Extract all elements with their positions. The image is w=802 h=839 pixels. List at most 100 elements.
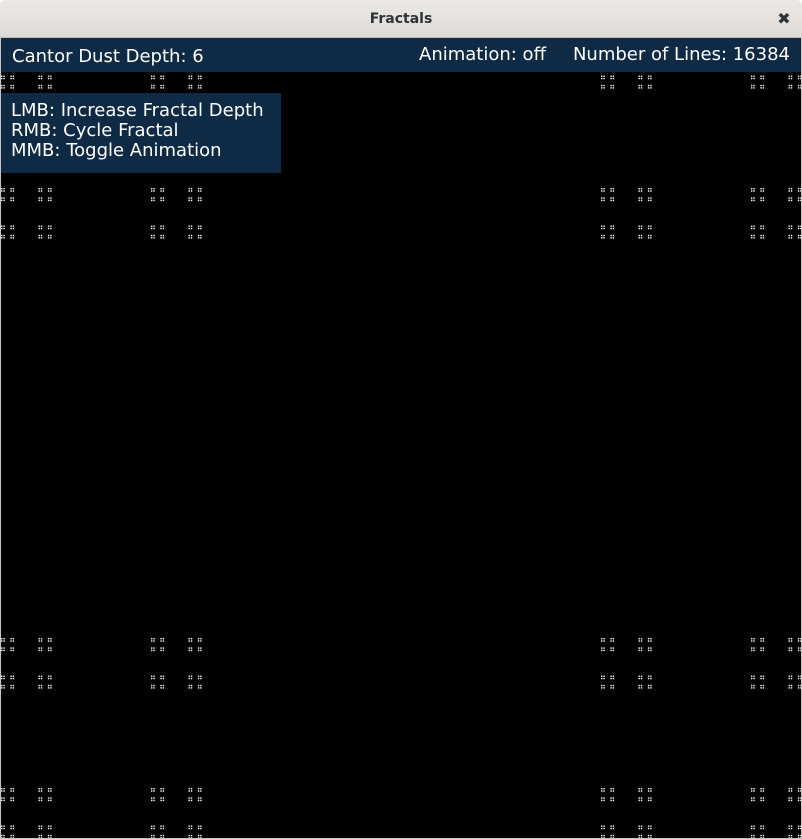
- dust-cell: [48, 190, 50, 192]
- dust-cell: [763, 640, 765, 642]
- dust-cell: [191, 678, 193, 680]
- dust-cell: [753, 826, 755, 827]
- dust-cell: [50, 226, 52, 227]
- dust-cell: [798, 78, 800, 80]
- dust-cell: [10, 650, 12, 652]
- dust-cell: [3, 640, 5, 642]
- dust-cell: [650, 797, 652, 799]
- dust-cell: [789, 685, 790, 687]
- dust-cell: [601, 76, 603, 77]
- dust-cell: [160, 640, 162, 642]
- dust-cell: [789, 835, 790, 837]
- app-window: Fractals ✖ Cantor Dust Depth: 6 Animatio…: [0, 0, 802, 839]
- dust-cell: [200, 235, 202, 237]
- dust-cell: [153, 78, 155, 80]
- dust-cell: [160, 650, 162, 652]
- dust-cell: [191, 235, 193, 237]
- dust-cell: [160, 190, 162, 192]
- dust-cell: [198, 190, 200, 192]
- dust-cell: [1, 826, 3, 827]
- dust-cell: [50, 790, 52, 792]
- dust-cell: [163, 237, 165, 239]
- title-bar[interactable]: Fractals ✖: [0, 0, 802, 38]
- dust-cell: [760, 800, 762, 802]
- dust-cell: [798, 826, 800, 827]
- dust-cell: [613, 647, 615, 649]
- dust-cell: [48, 678, 50, 680]
- dust-cell: [753, 788, 755, 790]
- dust-cell: [39, 638, 40, 640]
- dust-cell: [798, 85, 800, 87]
- dust-cell: [151, 640, 153, 642]
- dust-cell: [601, 78, 603, 80]
- dust-cell: [798, 788, 800, 790]
- dust-cell: [189, 685, 190, 687]
- dust-cell: [753, 235, 755, 237]
- dust-cell: [160, 638, 162, 640]
- dust-cell: [760, 197, 762, 199]
- dust-cell: [3, 76, 5, 77]
- dust-cell: [153, 200, 155, 202]
- dust-cell: [189, 687, 190, 689]
- dust-cell: [751, 687, 753, 689]
- dust-cell: [798, 828, 800, 830]
- dust-cell: [189, 237, 190, 239]
- dust-cell: [3, 650, 5, 652]
- dust-cell: [639, 188, 640, 190]
- dust-cell: [751, 797, 753, 799]
- dust-cell: [789, 797, 790, 799]
- dust-cell: [163, 228, 165, 230]
- dust-cell: [639, 790, 640, 792]
- dust-cell: [163, 676, 165, 677]
- dust-cell: [1, 828, 3, 830]
- fractal-canvas[interactable]: Cantor Dust Depth: 6 Animation: off Numb…: [1, 38, 801, 838]
- dust-cell: [10, 797, 12, 799]
- dust-cell: [753, 85, 755, 87]
- dust-cell: [1, 87, 3, 89]
- dust-cell: [163, 800, 165, 802]
- dust-cell: [151, 828, 153, 830]
- dust-cell: [601, 640, 603, 642]
- dust-cell: [791, 685, 793, 687]
- dust-cell: [789, 788, 790, 790]
- dust-cell: [610, 78, 612, 80]
- dust-cell: [603, 678, 605, 680]
- dust-cell: [760, 237, 762, 239]
- dust-cell: [50, 85, 52, 87]
- dust-cell: [189, 797, 190, 799]
- dust-cell: [1, 678, 3, 680]
- dust-cell: [791, 200, 793, 202]
- dust-cell: [753, 797, 755, 799]
- dust-cell: [791, 826, 793, 827]
- dust-cell: [41, 87, 43, 89]
- dust-cell: [10, 78, 12, 80]
- close-icon[interactable]: ✖: [774, 9, 794, 29]
- dust-cell: [650, 835, 652, 837]
- dust-cell: [200, 76, 202, 77]
- dust-cell: [163, 828, 165, 830]
- dust-cell: [650, 790, 652, 792]
- dust-cell: [601, 197, 603, 199]
- dust-cell: [1, 190, 3, 192]
- dust-cell: [160, 687, 162, 689]
- dust-cell: [610, 188, 612, 190]
- dust-cell: [641, 790, 643, 792]
- dust-cell: [50, 676, 52, 677]
- dust-cell: [151, 678, 153, 680]
- dust-cell: [151, 638, 153, 640]
- dust-cell: [153, 800, 155, 802]
- dust-cell: [191, 826, 193, 827]
- dust-cell: [791, 687, 793, 689]
- dust-cell: [639, 788, 640, 790]
- dust-cell: [198, 800, 200, 802]
- dust-cell: [10, 828, 12, 830]
- status-bar: Cantor Dust Depth: 6 Animation: off Numb…: [1, 38, 801, 72]
- dust-cell: [39, 678, 40, 680]
- dust-cell: [191, 828, 193, 830]
- dust-cell: [641, 87, 643, 89]
- dust-cell: [198, 78, 200, 80]
- dust-cell: [648, 197, 650, 199]
- dust-cell: [648, 800, 650, 802]
- dust-cell: [163, 790, 165, 792]
- dust-cell: [13, 835, 15, 837]
